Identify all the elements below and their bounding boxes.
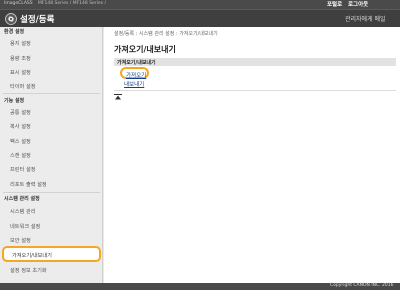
logout-link[interactable]: 로그아웃 (348, 0, 368, 8)
sidebar-item-common[interactable]: 공통 설정 (10, 109, 31, 116)
copyright-text: Copyright CANON INC. 2016 (330, 283, 394, 288)
device-name: MF148 Series / MF148 Series / (38, 1, 106, 6)
gear-icon (5, 13, 17, 25)
sidebar-item-network[interactable]: 네트워크 설정 (10, 223, 40, 230)
top-bar: ImageCLASS MF148 Series / MF148 Series /… (0, 0, 400, 9)
title-bar: 설정/등록 관리자에게 메일 (0, 9, 400, 27)
portal-link[interactable]: 포털로 (327, 0, 342, 8)
sidebar-item-scan[interactable]: 스캔 설정 (10, 152, 31, 159)
brand-label: ImageCLASS (4, 1, 33, 6)
sidebar-item-printer[interactable]: 프린터 설정 (10, 166, 36, 173)
box-header: 가져오기/내보내기 (114, 58, 396, 66)
sidebar-item-security[interactable]: 보안 설정 (10, 237, 31, 244)
divider (114, 90, 396, 91)
main-content: 설정/등록 : 시스템 관리 설정 : 가져오기/내보내기 가져오기/내보내기 … (104, 27, 400, 283)
sidebar: 환경 설정 용지 설정 용량 조정 표시 설정 타이머 설정 기능 설정 공통 … (0, 27, 103, 283)
sidebar-item-system-management[interactable]: 시스템 관리 (10, 208, 36, 215)
sidebar-item-paper[interactable]: 용지 설정 (10, 40, 31, 47)
footer: Copyright CANON INC. 2016 (0, 283, 400, 290)
admin-mail-link[interactable]: 관리자에게 메일 (345, 14, 386, 23)
sidebar-item-display[interactable]: 표시 설정 (10, 69, 31, 76)
sidebar-section-environment: 환경 설정 (4, 29, 25, 35)
import-link[interactable]: 가져오기 (120, 67, 149, 79)
sidebar-item-reset-settings[interactable]: 설정 정보 초기화 (10, 267, 47, 274)
sidebar-item-report[interactable]: 리포트 출력 설정 (10, 181, 47, 188)
page-title: 설정/등록 (20, 15, 55, 25)
sidebar-item-timer[interactable]: 타이머 설정 (10, 83, 36, 90)
sidebar-item-volume[interactable]: 용량 조정 (10, 55, 31, 62)
divider (3, 93, 100, 94)
breadcrumb: 설정/등록 : 시스템 관리 설정 : 가져오기/내보내기 (114, 31, 218, 37)
sidebar-item-fax[interactable]: 팩스 설정 (10, 138, 31, 145)
section-heading: 가져오기/내보내기 (114, 45, 176, 54)
page-top-icon[interactable] (114, 94, 122, 100)
sidebar-item-import-export[interactable]: 가져오기/내보내기 (2, 246, 101, 262)
export-link[interactable]: 내보내기 (124, 80, 144, 88)
sidebar-section-function: 기능 설정 (4, 98, 25, 104)
sidebar-section-system: 시스템 관리 설정 (4, 196, 40, 202)
divider (3, 192, 100, 193)
sidebar-item-copy[interactable]: 복사 설정 (10, 123, 31, 130)
